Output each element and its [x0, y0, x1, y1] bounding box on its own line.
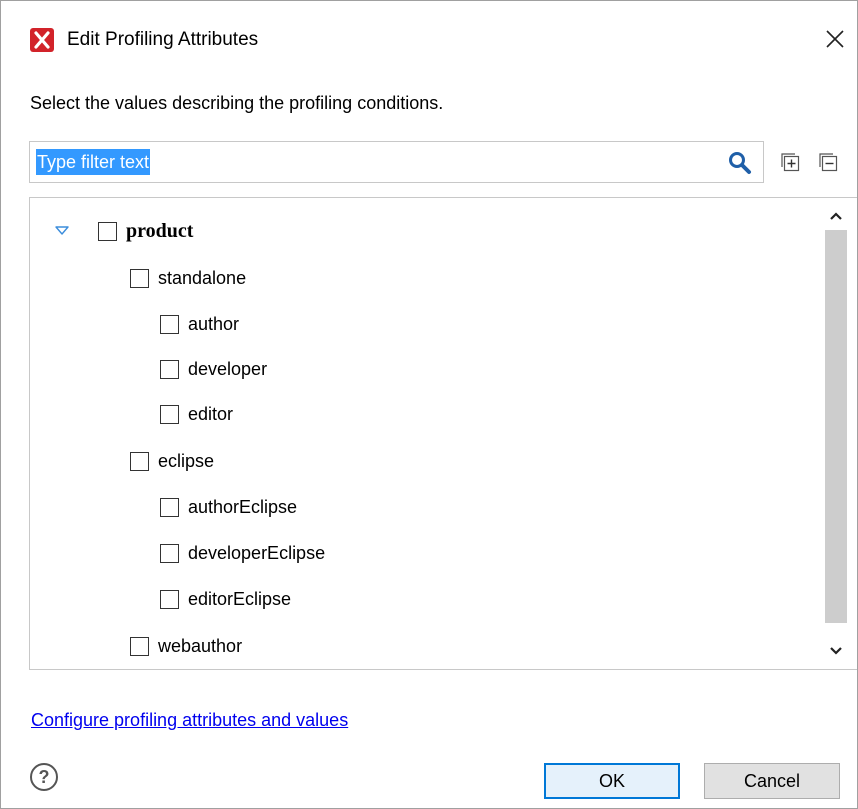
- cancel-button[interactable]: Cancel: [704, 763, 840, 799]
- tree-item-label: standalone: [158, 267, 247, 288]
- dialog-title: Edit Profiling Attributes: [67, 29, 259, 50]
- filter-input[interactable]: [36, 149, 716, 175]
- chevron-up-icon: [830, 212, 842, 220]
- collapse-all-icon[interactable]: [817, 151, 839, 173]
- instructions-text: Select the values describing the profili…: [30, 93, 444, 113]
- oxygen-x-icon: [30, 28, 54, 52]
- tree-item-label: developerEclipse: [188, 542, 326, 563]
- close-icon: [826, 30, 844, 48]
- ok-button[interactable]: OK: [544, 763, 680, 799]
- expand-all-icon[interactable]: [779, 151, 801, 173]
- scroll-down-button[interactable]: [822, 639, 850, 663]
- tree-item-label: author: [188, 313, 240, 334]
- profiling-tree[interactable]: product standalone author developer edit…: [29, 197, 857, 670]
- chevron-down-icon: [830, 647, 842, 655]
- checkbox[interactable]: [160, 543, 179, 563]
- checkbox[interactable]: [130, 636, 149, 656]
- tree-item-product[interactable]: product: [98, 216, 193, 246]
- tree-item-standalone[interactable]: standalone: [130, 263, 246, 293]
- tree-item-webauthor[interactable]: webauthor: [130, 631, 242, 661]
- title-bar: Edit Profiling Attributes: [1, 1, 857, 79]
- tree-item-developerEclipse[interactable]: developerEclipse: [160, 538, 325, 568]
- configure-profiling-link[interactable]: Configure profiling attributes and value…: [31, 710, 348, 731]
- checkbox[interactable]: [160, 359, 179, 379]
- tree-item-author[interactable]: author: [160, 309, 239, 339]
- tree-item-label: webauthor: [158, 635, 243, 656]
- tree-item-editorEclipse[interactable]: editorEclipse: [160, 584, 291, 614]
- checkbox[interactable]: [160, 314, 179, 334]
- checkbox[interactable]: [160, 589, 179, 609]
- tree-item-label: developer: [188, 358, 268, 379]
- edit-profiling-attributes-dialog: Edit Profiling Attributes Select the val…: [0, 0, 858, 809]
- checkbox[interactable]: [130, 451, 149, 471]
- checkbox[interactable]: [160, 497, 179, 517]
- expanded-arrow-icon[interactable]: [54, 225, 70, 237]
- close-button[interactable]: [815, 19, 855, 59]
- filter-field[interactable]: Type filter text: [29, 141, 764, 183]
- search-icon[interactable]: [727, 150, 753, 176]
- tree-item-eclipse[interactable]: eclipse: [130, 446, 214, 476]
- tree-item-label: authorEclipse: [188, 496, 298, 517]
- scrollbar-track[interactable]: [825, 230, 847, 623]
- tree-item-developer[interactable]: developer: [160, 354, 267, 384]
- help-icon[interactable]: ?: [30, 763, 58, 791]
- tree-item-label: editor: [188, 403, 234, 424]
- tree-item-label: eclipse: [158, 450, 215, 471]
- checkbox[interactable]: [130, 268, 149, 288]
- tree-item-editor[interactable]: editor: [160, 399, 233, 429]
- tree-item-label: product: [126, 219, 194, 242]
- tree-item-authorEclipse[interactable]: authorEclipse: [160, 492, 297, 522]
- product-checkbox[interactable]: [98, 221, 117, 241]
- tree-item-label: editorEclipse: [188, 588, 292, 609]
- checkbox[interactable]: [160, 404, 179, 424]
- scroll-up-button[interactable]: [822, 204, 850, 228]
- scrollbar-thumb[interactable]: [825, 230, 847, 623]
